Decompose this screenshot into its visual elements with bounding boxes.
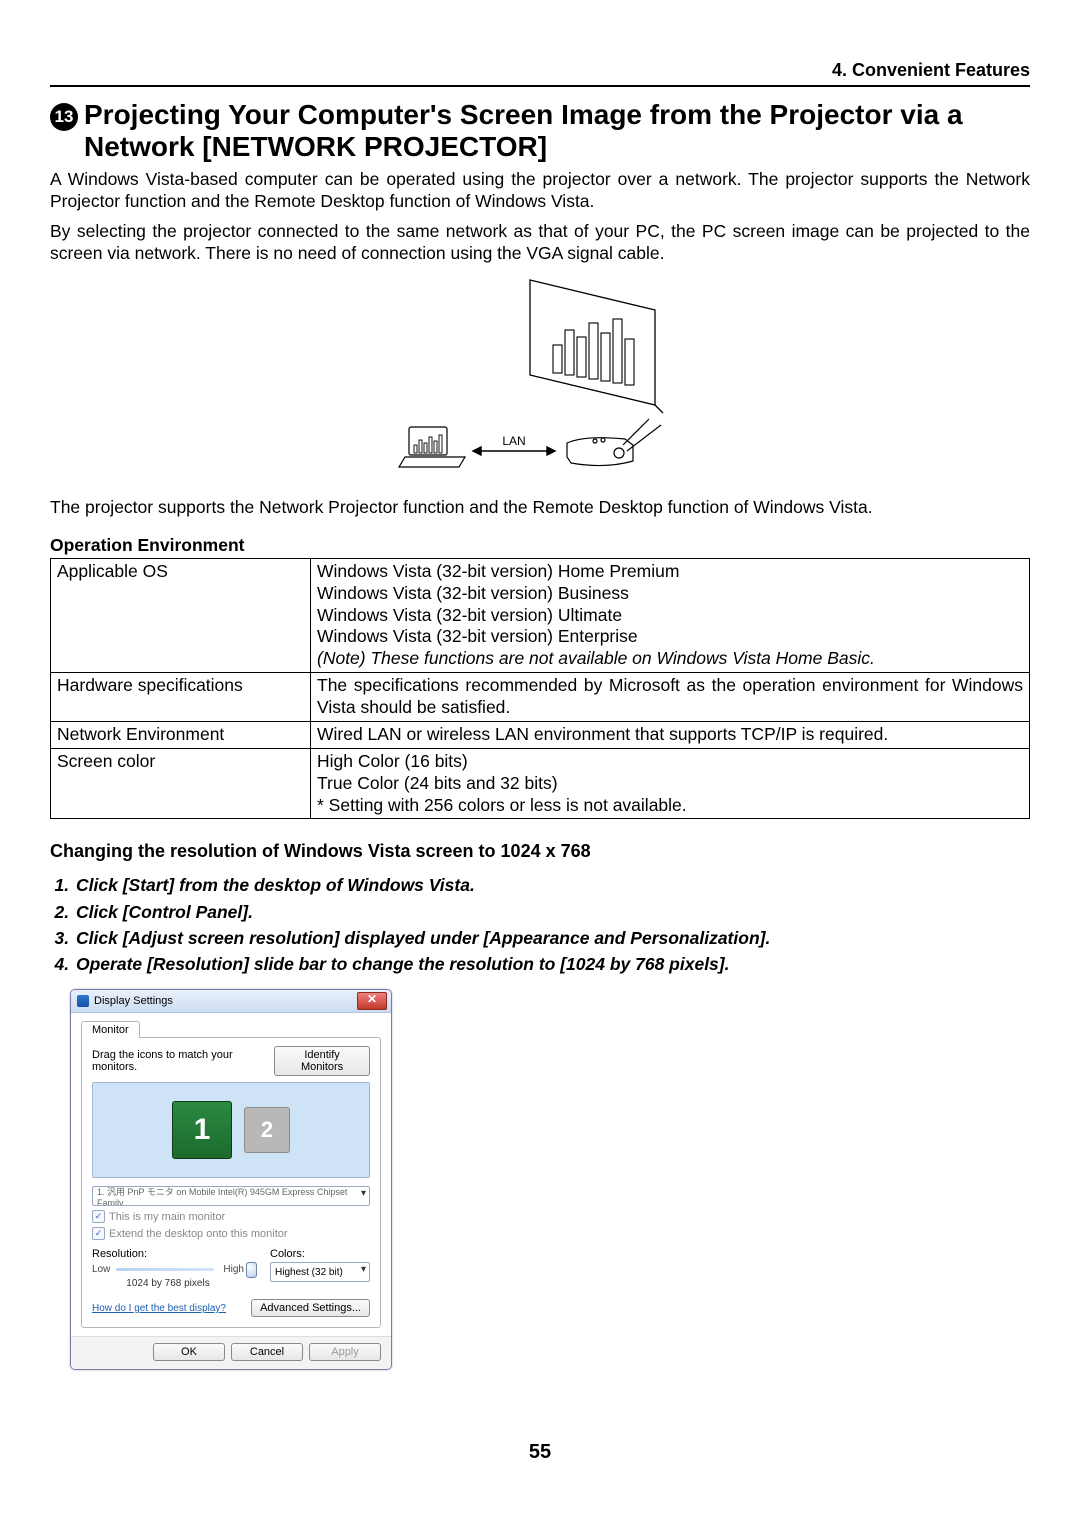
- page-title: Projecting Your Computer's Screen Image …: [84, 99, 1030, 163]
- display-settings-dialog: Display Settings ✕ Monitor Drag the icon…: [70, 989, 392, 1370]
- apply-button[interactable]: Apply: [309, 1343, 381, 1361]
- table-row: Screen color High Color (16 bits) True C…: [51, 748, 1030, 819]
- env-value: Wired LAN or wireless LAN environment th…: [311, 721, 1030, 748]
- list-item: Click [Start] from the desktop of Window…: [74, 872, 1030, 898]
- table-row: Hardware specifications The specificatio…: [51, 673, 1030, 722]
- display-device-combo[interactable]: 1. 汎用 PnP モニタ on Mobile Intel(R) 945GM E…: [92, 1186, 370, 1206]
- extend-desktop-label: Extend the desktop onto this monitor: [109, 1228, 288, 1240]
- table-row: Applicable OS Windows Vista (32-bit vers…: [51, 558, 1030, 672]
- intro-paragraph-2: By selecting the projector connected to …: [50, 221, 1030, 265]
- display-settings-icon: [77, 995, 89, 1007]
- env-value: Windows Vista (32-bit version) Home Prem…: [311, 558, 1030, 672]
- post-diagram-text: The projector supports the Network Proje…: [50, 497, 1030, 519]
- list-item: Click [Control Panel].: [74, 899, 1030, 925]
- resolution-change-heading: Changing the resolution of Windows Vista…: [50, 841, 1030, 862]
- env-key: Applicable OS: [51, 558, 311, 672]
- env-key: Screen color: [51, 748, 311, 819]
- monitor-1-icon[interactable]: 1: [172, 1101, 232, 1159]
- operation-environment-table: Applicable OS Windows Vista (32-bit vers…: [50, 558, 1030, 820]
- resolution-steps: Click [Start] from the desktop of Window…: [50, 872, 1030, 977]
- close-button[interactable]: ✕: [357, 992, 387, 1010]
- tab-monitor[interactable]: Monitor: [81, 1021, 140, 1038]
- main-monitor-label: This is my main monitor: [109, 1211, 225, 1223]
- resolution-label: Resolution:: [92, 1248, 244, 1260]
- cancel-button[interactable]: Cancel: [231, 1343, 303, 1361]
- drag-instruction: Drag the icons to match your monitors.: [92, 1049, 274, 1073]
- advanced-settings-button[interactable]: Advanced Settings...: [251, 1299, 370, 1317]
- intro-paragraph-1: A Windows Vista-based computer can be op…: [50, 169, 1030, 213]
- env-value: The specifications recommended by Micros…: [311, 673, 1030, 722]
- ok-button[interactable]: OK: [153, 1343, 225, 1361]
- monitor-2-icon[interactable]: 2: [244, 1107, 290, 1153]
- list-item: Click [Adjust screen resolution] display…: [74, 925, 1030, 951]
- list-item: Operate [Resolution] slide bar to change…: [74, 951, 1030, 977]
- monitor-preview-area[interactable]: 1 2: [92, 1082, 370, 1178]
- extend-desktop-checkbox[interactable]: ✓: [92, 1227, 105, 1240]
- best-display-help-link[interactable]: How do I get the best display?: [92, 1303, 226, 1314]
- env-key: Network Environment: [51, 721, 311, 748]
- env-value: High Color (16 bits) True Color (24 bits…: [311, 748, 1030, 819]
- lan-label: LAN: [502, 434, 525, 448]
- main-monitor-checkbox[interactable]: ✓: [92, 1210, 105, 1223]
- resolution-slider[interactable]: Low High: [92, 1262, 244, 1276]
- page-number: 55: [50, 1441, 1030, 1464]
- resolution-value: 1024 by 768 pixels: [92, 1278, 244, 1289]
- dialog-footer: OK Cancel Apply: [71, 1336, 391, 1369]
- main-title-row: 13 Projecting Your Computer's Screen Ima…: [50, 99, 1030, 163]
- dialog-title: Display Settings: [94, 995, 357, 1007]
- table-row: Network Environment Wired LAN or wireles…: [51, 721, 1030, 748]
- env-key: Hardware specifications: [51, 673, 311, 722]
- section-header: 4. Convenient Features: [50, 60, 1030, 87]
- operation-environment-heading: Operation Environment: [50, 535, 1030, 556]
- colors-label: Colors:: [270, 1248, 370, 1260]
- identify-monitors-button[interactable]: Identify Monitors: [274, 1046, 370, 1076]
- slider-thumb-icon[interactable]: [246, 1262, 257, 1278]
- title-bullet-icon: 13: [50, 103, 78, 131]
- network-diagram: LAN: [50, 275, 1030, 485]
- colors-combo[interactable]: Highest (32 bit): [270, 1262, 370, 1282]
- dialog-titlebar: Display Settings ✕: [71, 990, 391, 1013]
